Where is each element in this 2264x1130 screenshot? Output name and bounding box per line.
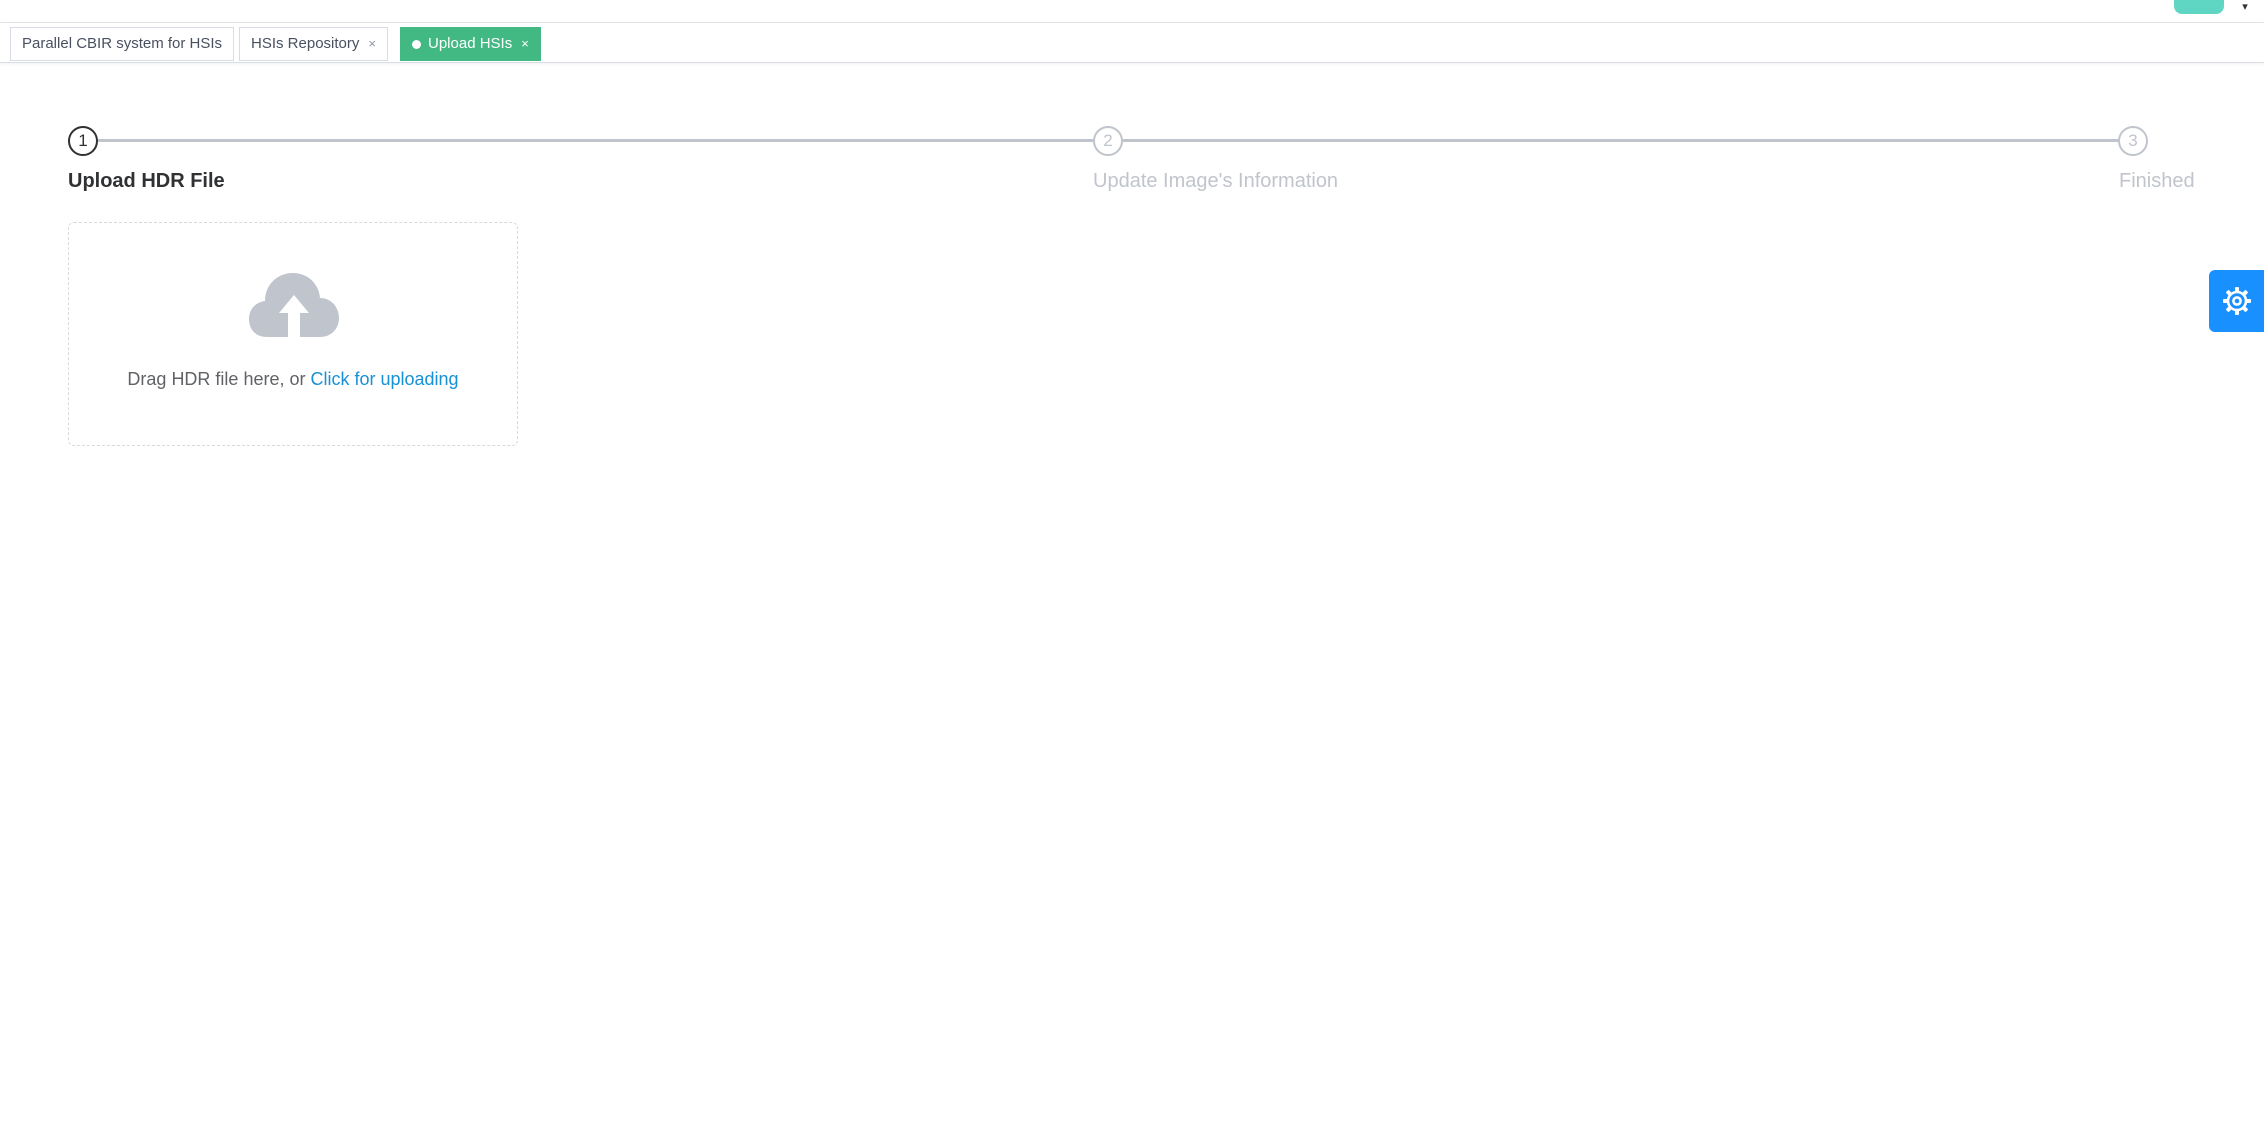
navbar: ▾ — [0, 0, 2264, 23]
step-line-2 — [1123, 139, 2118, 142]
cloud-upload-icon — [249, 273, 339, 337]
tag-label: HSIs Repository — [251, 35, 360, 52]
active-dot-icon — [412, 39, 421, 49]
upload-hint: Drag HDR file here, or Click for uploadi… — [69, 367, 517, 391]
caret-down-icon[interactable]: ▾ — [2238, 2, 2252, 13]
tag-upload-hsis[interactable]: Upload HSIs × — [400, 27, 541, 61]
tag-label: Parallel CBIR system for HSIs — [22, 35, 223, 52]
step-2-icon: 2 — [1093, 126, 1123, 156]
click-for-uploading-link[interactable]: Click for uploading — [310, 369, 458, 389]
upload-hint-text: Drag HDR file here, or — [127, 369, 311, 389]
tags-view: Parallel CBIR system for HSIs HSIs Repos… — [0, 23, 2264, 63]
steps: 1 Upload HDR File 2 Update Image's Infor… — [68, 126, 2195, 196]
upload-dragger[interactable]: Drag HDR file here, or Click for uploadi… — [68, 222, 518, 446]
close-icon[interactable]: × — [368, 28, 376, 60]
tag-hsis-repository[interactable]: HSIs Repository × — [239, 27, 388, 61]
tag-label: Upload HSIs — [428, 35, 513, 52]
tag-parallel-cbir[interactable]: Parallel CBIR system for HSIs — [10, 27, 235, 61]
gear-icon — [2223, 287, 2251, 315]
step-line-1 — [98, 139, 1093, 142]
step-2-title: Update Image's Information — [1093, 170, 1339, 192]
step-3-icon: 3 — [2118, 126, 2148, 156]
settings-button[interactable] — [2209, 270, 2264, 332]
step-3-title: Finished — [2119, 170, 2195, 192]
step-1-title: Upload HDR File — [68, 170, 225, 192]
close-icon[interactable]: × — [521, 28, 529, 60]
step-1-icon: 1 — [68, 126, 98, 156]
avatar[interactable] — [2174, 0, 2224, 14]
